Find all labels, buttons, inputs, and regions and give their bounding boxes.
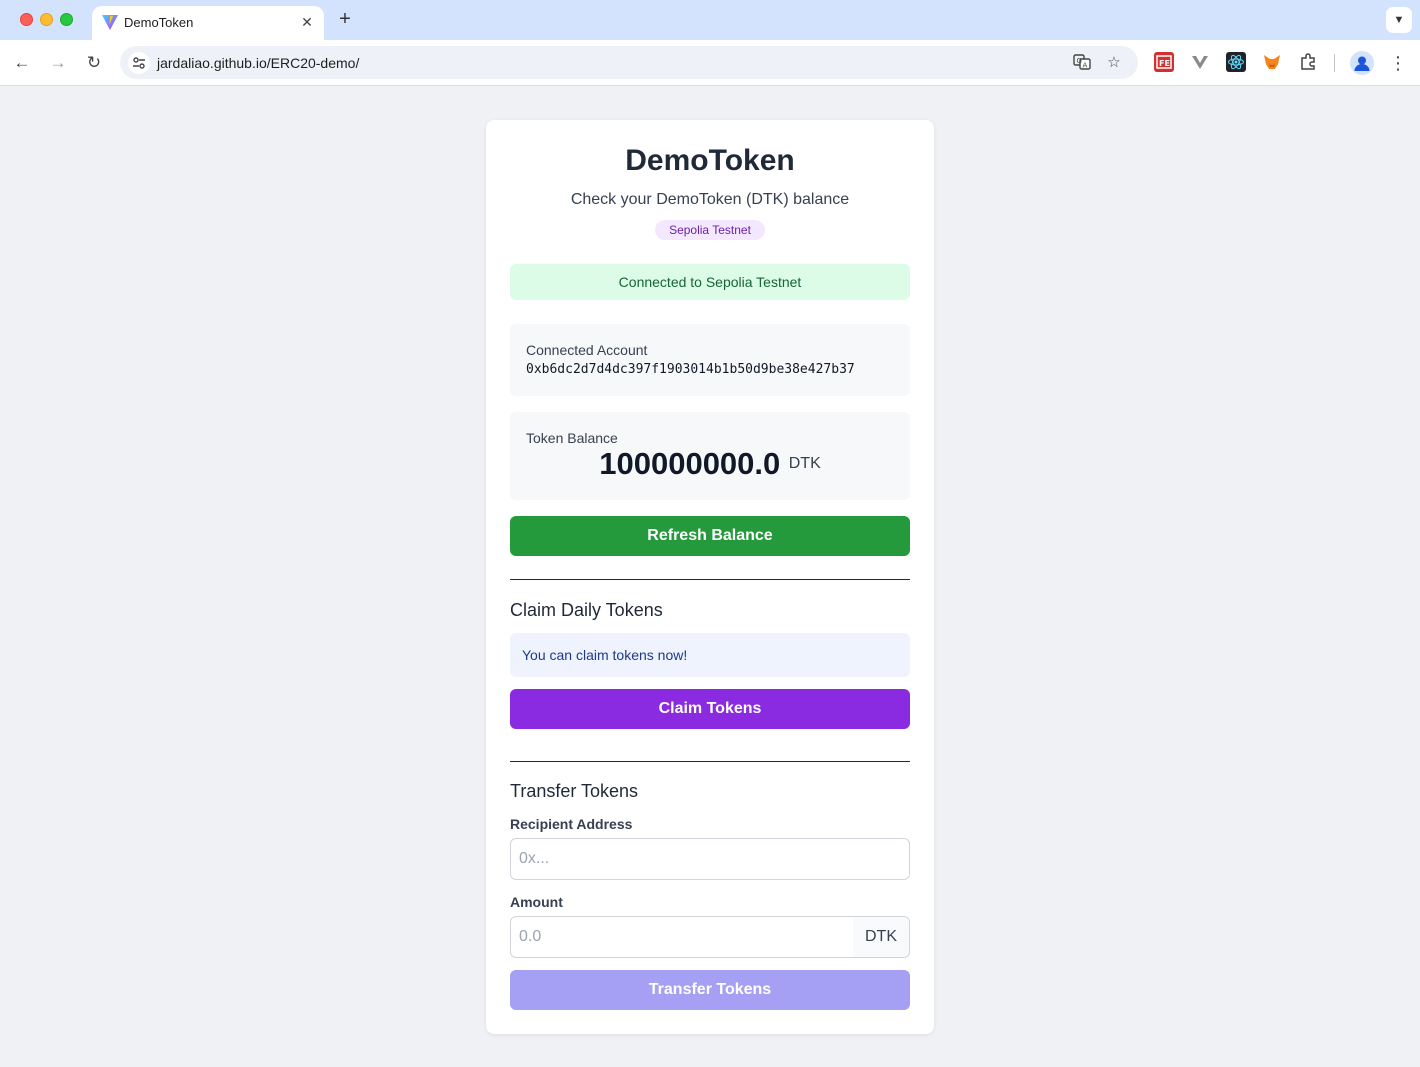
profile-icon[interactable] [1350,51,1374,75]
new-tab-icon[interactable]: + [334,8,356,30]
page-title: DemoToken [625,144,795,177]
fe-extension-icon[interactable]: FE [1154,52,1174,72]
vue-devtools-extension-icon[interactable] [1190,52,1210,72]
address-bar[interactable]: jardaliao.github.io/ERC20-demo/ G A ☆ [120,46,1138,79]
svg-text:G: G [1077,57,1082,65]
amount-label: Amount [510,894,563,910]
close-window-button[interactable] [20,13,33,26]
reload-icon[interactable]: ↻ [81,50,107,76]
extensions-icon[interactable] [1298,52,1318,72]
transfer-tokens-button[interactable]: Transfer Tokens [510,970,910,1010]
react-devtools-extension-icon[interactable] [1226,52,1246,72]
tab-title: DemoToken [124,15,194,30]
maximize-window-button[interactable] [60,13,73,26]
section-divider [510,761,910,762]
account-address: 0xb6dc2d7d4dc397f1903014b1b50d9be38e427b… [526,362,855,377]
kebab-menu-icon[interactable]: ⋮ [1388,51,1408,75]
balance-panel: Token Balance 100000000.0 DTK [510,412,910,500]
vite-favicon-icon [102,15,118,30]
account-label: Connected Account [526,342,648,358]
toolbar-divider [1334,54,1335,72]
page-subtitle: Check your DemoToken (DTK) balance [570,191,850,208]
minimize-window-button[interactable] [40,13,53,26]
balance-unit: DTK [788,455,821,472]
star-icon[interactable]: ☆ [1104,53,1124,73]
url-text: jardaliao.github.io/ERC20-demo/ [157,55,360,71]
amount-unit-addon: DTK [853,916,910,958]
balance-label: Token Balance [526,430,618,446]
browser-tab-active[interactable]: DemoToken ✕ [92,6,324,40]
back-icon[interactable]: ← [9,50,35,76]
section-divider [510,579,910,580]
metamask-extension-icon[interactable] [1262,52,1282,72]
claim-status-message: You can claim tokens now! [510,633,910,677]
site-info-icon[interactable] [128,52,150,74]
browser-toolbar: ← → ↻ jardaliao.github.io/ERC20-demo/ G … [0,40,1420,86]
browser-tab-bar: DemoToken ✕ + ▼ [0,0,1420,40]
token-card: DemoToken Check your DemoToken (DTK) bal… [486,120,934,1034]
translate-icon[interactable]: G A [1072,53,1092,73]
connection-status: Connected to Sepolia Testnet [510,264,910,300]
account-panel: Connected Account 0xb6dc2d7d4dc397f19030… [510,324,910,396]
claim-section-title: Claim Daily Tokens [510,600,663,620]
recipient-label: Recipient Address [510,816,633,832]
claim-tokens-button[interactable]: Claim Tokens [510,689,910,729]
balance-row: 100000000.0 DTK [510,446,910,482]
network-badge: Sepolia Testnet [655,220,765,240]
recipient-address-input[interactable] [510,838,910,880]
forward-icon[interactable]: → [45,50,71,76]
tab-close-icon[interactable]: ✕ [298,13,316,31]
balance-value: 100000000.0 [599,446,781,481]
svg-text:FE: FE [1159,59,1170,68]
svg-text:A: A [1083,62,1088,70]
tab-list-chevron-icon[interactable]: ▼ [1386,7,1412,33]
refresh-balance-button[interactable]: Refresh Balance [510,516,910,556]
transfer-section-title: Transfer Tokens [510,781,639,801]
amount-input[interactable] [510,916,854,958]
